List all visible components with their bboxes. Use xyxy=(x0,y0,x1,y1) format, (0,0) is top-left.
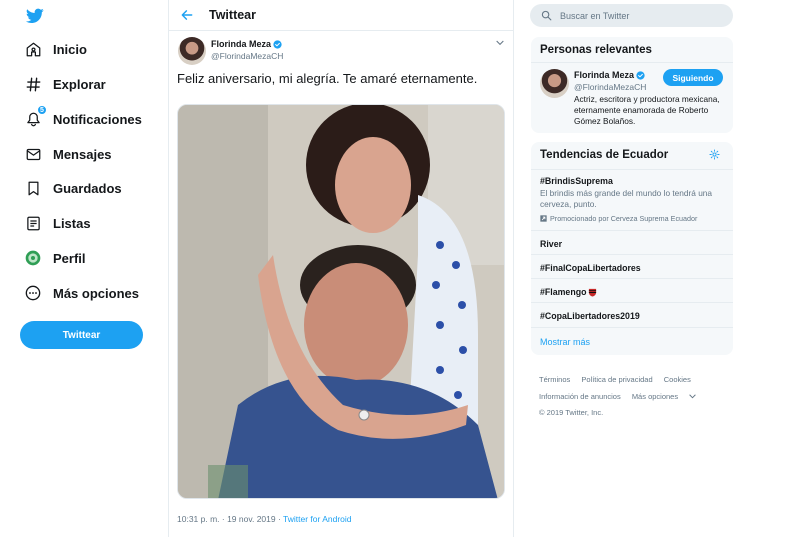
nav-item-guardados[interactable]: Guardados xyxy=(24,176,122,200)
trend-item[interactable]: River xyxy=(531,230,733,254)
footer-links-row-1: Términos Política de privacidad Cookies xyxy=(539,375,700,384)
relevant-name-text: Florinda Meza xyxy=(574,70,635,80)
relevant-avatar[interactable] xyxy=(540,69,569,98)
footer-more-text: Más opciones xyxy=(631,392,679,401)
trend-name: #Flamengo xyxy=(540,287,587,297)
following-button[interactable]: Siguiendo xyxy=(663,69,723,86)
nav-item-inicio[interactable]: Inicio xyxy=(24,37,87,61)
relevant-name[interactable]: Florinda Meza xyxy=(574,70,645,80)
left-navigation: Inicio Explorar 5 Notificaciones Mensaje… xyxy=(0,0,168,537)
chevron-down-icon xyxy=(689,394,696,399)
card-divider xyxy=(531,62,733,63)
nav-item-mensajes[interactable]: Mensajes xyxy=(24,142,112,166)
trend-name: #FinalCopaLibertadores xyxy=(540,263,641,273)
relevant-people-card: Personas relevantes Florinda Meza @Flori… xyxy=(531,37,733,133)
tweet-button[interactable]: Twittear xyxy=(20,321,143,349)
trend-item[interactable]: #FinalCopaLibertadores xyxy=(531,254,733,278)
author-avatar[interactable] xyxy=(178,37,206,65)
tweet-photo[interactable] xyxy=(177,104,505,499)
promoted-label: Promocionado por Cerveza Suprema Ecuador xyxy=(540,214,697,223)
footer-cookies-link[interactable]: Cookies xyxy=(664,375,691,384)
verified-badge-icon xyxy=(636,70,645,80)
trends-title: Tendencias de Ecuador xyxy=(540,149,669,161)
search-box[interactable] xyxy=(530,4,733,27)
nav-item-listas[interactable]: Listas xyxy=(24,211,91,235)
trends-card: Tendencias de Ecuador #BrindisSuprema El… xyxy=(531,142,733,355)
author-name[interactable]: Florinda Meza xyxy=(211,39,282,49)
trend-name: River xyxy=(540,239,563,249)
nav-label: Inicio xyxy=(53,41,87,57)
nav-label: Explorar xyxy=(53,76,106,92)
meta-separator: · xyxy=(275,514,284,524)
tweet-text: Feliz aniversario, mi alegría. Te amaré … xyxy=(177,71,478,86)
footer-links-row-2: Información de anuncios Más opciones xyxy=(539,392,705,401)
trend-item[interactable]: #Flamengo xyxy=(531,278,733,302)
hashtag-icon xyxy=(24,75,42,93)
nav-label: Guardados xyxy=(53,180,122,196)
promoted-icon xyxy=(540,215,547,222)
trend-name-wrap: #Flamengo xyxy=(540,287,597,297)
trend-description: El brindis más grande del mundo lo tendr… xyxy=(540,188,713,209)
nav-item-explorar[interactable]: Explorar xyxy=(24,72,106,96)
footer-ads-link[interactable]: Información de anuncios xyxy=(539,392,621,401)
tweet-source-link[interactable]: Twitter for Android xyxy=(283,514,352,524)
nav-item-notificaciones[interactable]: 5 Notificaciones xyxy=(24,105,142,131)
nav-item-perfil[interactable]: Perfil xyxy=(24,246,86,270)
nav-item-mas-opciones[interactable]: Más opciones xyxy=(24,281,139,305)
envelope-icon xyxy=(24,145,42,163)
photo-illustration xyxy=(178,105,504,498)
flamengo-shield-icon xyxy=(589,288,597,297)
tweet-meta: 10:31 p. m. · 19 nov. 2019 · Twitter for… xyxy=(177,514,352,524)
back-arrow-icon[interactable] xyxy=(180,8,194,22)
search-input[interactable] xyxy=(560,10,720,21)
bookmark-icon xyxy=(24,179,42,197)
footer-copyright: © 2019 Twitter, Inc. xyxy=(539,408,604,417)
twitter-logo-icon[interactable] xyxy=(26,8,44,24)
avatar-icon xyxy=(24,249,42,267)
show-more-link[interactable]: Mostrar más xyxy=(540,337,590,347)
more-icon xyxy=(24,284,42,302)
main-header: Twittear xyxy=(169,0,513,31)
relevant-people-title: Personas relevantes xyxy=(540,44,652,56)
home-icon xyxy=(24,40,42,58)
nav-label: Notificaciones xyxy=(53,111,142,127)
author-handle[interactable]: @FlorindaMezaCH xyxy=(211,51,283,61)
relevant-handle[interactable]: @FlorindaMezaCH xyxy=(574,82,646,92)
trend-name: #CopaLibertadores2019 xyxy=(540,311,640,321)
page-title: Twittear xyxy=(209,8,256,22)
footer-more-link[interactable]: Más opciones xyxy=(632,392,696,401)
main-column: Twittear Florinda Meza @FlorindaMezaCH F… xyxy=(168,0,514,537)
relevant-bio: Actriz, escritora y productora mexicana,… xyxy=(574,94,720,126)
footer-privacy-link[interactable]: Política de privacidad xyxy=(581,375,652,384)
notification-badge: 5 xyxy=(37,105,47,115)
trend-name: #BrindisSuprema xyxy=(540,176,613,186)
gear-icon[interactable] xyxy=(709,149,720,160)
list-icon xyxy=(24,214,42,232)
nav-label: Perfil xyxy=(53,250,86,266)
nav-label: Más opciones xyxy=(53,285,139,301)
bell-icon: 5 xyxy=(24,105,47,128)
nav-label: Listas xyxy=(53,215,91,231)
card-divider xyxy=(531,327,733,328)
trend-item[interactable]: #CopaLibertadores2019 xyxy=(531,302,733,327)
search-icon xyxy=(541,10,552,21)
trend-item-promoted[interactable]: #BrindisSuprema El brindis más grande de… xyxy=(531,169,733,230)
author-name-text: Florinda Meza xyxy=(211,39,272,49)
chevron-down-icon[interactable] xyxy=(496,40,504,46)
verified-badge-icon xyxy=(273,39,282,49)
promoted-text: Promocionado por Cerveza Suprema Ecuador xyxy=(550,214,698,223)
nav-label: Mensajes xyxy=(53,146,112,162)
tweet-timestamp[interactable]: 10:31 p. m. · 19 nov. 2019 xyxy=(177,514,276,524)
footer-terms-link[interactable]: Términos xyxy=(539,375,570,384)
